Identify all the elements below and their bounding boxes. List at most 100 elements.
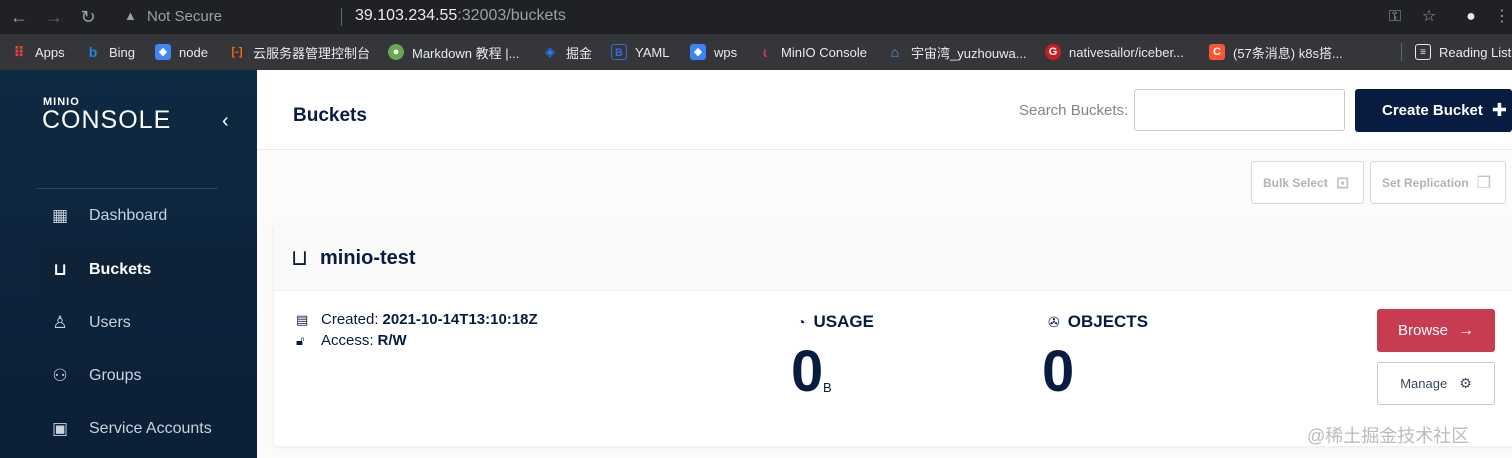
access-label: Access: bbox=[321, 332, 374, 349]
bookmark-label: MinIO Console bbox=[781, 44, 867, 60]
calendar-icon: ▤ bbox=[296, 311, 309, 327]
profile-icon[interactable]: ● bbox=[1459, 5, 1483, 29]
lock-icon: 🔓︎ bbox=[296, 332, 305, 348]
bookmark-wps[interactable]: ◆ wps bbox=[690, 43, 737, 61]
groups-icon: ⚇ bbox=[52, 366, 68, 385]
create-bucket-button[interactable]: Create Bucket ✚ bbox=[1355, 89, 1512, 132]
created-row: ▤ Created: 2021-10-14T13:10:18Z bbox=[296, 311, 538, 328]
reload-icon[interactable]: ↻ bbox=[76, 5, 100, 29]
bookmark-aliyun[interactable]: [-] 云服务器管理控制台 bbox=[229, 43, 371, 61]
bulk-select-label: Bulk Select bbox=[1263, 175, 1328, 190]
bookmark-markdown[interactable]: ● Markdown 教程 |... bbox=[388, 43, 519, 61]
objects-label: ✇ OBJECTS bbox=[1048, 312, 1148, 332]
bucket-card-header: ⊔ minio-test bbox=[274, 225, 1512, 291]
bucket-icon: ⊔ bbox=[53, 260, 67, 279]
bookmark-label: (57条消息) k8s搭... bbox=[1233, 45, 1343, 61]
bookmark-apps[interactable]: ⠿ Apps bbox=[11, 43, 65, 61]
bookmark-node[interactable]: ◆ node bbox=[155, 43, 208, 61]
sidebar-item-users[interactable]: ♙ Users bbox=[34, 297, 257, 349]
star-icon[interactable]: ☆ bbox=[1417, 5, 1441, 29]
bookmark-label: Apps bbox=[35, 44, 65, 60]
plus-icon: ✚ bbox=[1491, 100, 1507, 120]
access-value: R/W bbox=[377, 332, 407, 349]
bookmark-label: Bing bbox=[109, 44, 136, 60]
created-label: Created: bbox=[321, 311, 379, 328]
bookmark-label: 宇宙湾_yuzhouwa... bbox=[911, 45, 1027, 61]
bookmark-reading-list[interactable]: ≡ Reading List bbox=[1415, 43, 1511, 61]
reading-list-icon: ≡ bbox=[1415, 44, 1431, 60]
logo-console-text: CONSOLE bbox=[42, 106, 172, 134]
sidebar-item-label: Groups bbox=[89, 367, 142, 384]
sidebar: MINIO CONSOLE ‹ ▦ Dashboard ⊔ Buckets ♙ … bbox=[0, 70, 257, 458]
sidebar-item-label: Dashboard bbox=[89, 207, 168, 224]
aliyun-icon: [-] bbox=[231, 46, 243, 58]
warning-icon: ▲ bbox=[124, 8, 137, 23]
bookmark-label: Markdown 教程 |... bbox=[412, 45, 520, 61]
gear-icon: ⚙ bbox=[1459, 375, 1472, 391]
omnibox-divider bbox=[341, 8, 342, 26]
node-icon: ◆ bbox=[155, 44, 171, 60]
key-icon[interactable]: ⚿ bbox=[1383, 5, 1407, 29]
url-text[interactable]: 39.103.234.55:32003/buckets bbox=[355, 7, 566, 25]
bookmark-yuzhouwan[interactable]: ⌂ 宇宙湾_yuzhouwa... bbox=[887, 43, 1027, 61]
apps-grid-icon: ⠿ bbox=[13, 44, 25, 60]
sidebar-item-label: Buckets bbox=[89, 261, 152, 278]
bookmarks-bar: ⠿ Apps b Bing ◆ node [-] 云服务器管理控制台 ● Mar… bbox=[0, 34, 1512, 70]
set-replication-button[interactable]: Set Replication ❐ bbox=[1370, 161, 1506, 204]
bookmark-gitee[interactable]: G nativesailor/iceber... bbox=[1045, 43, 1184, 61]
bookmark-minio[interactable]: ɩ MinIO Console bbox=[757, 43, 867, 61]
main-content: Buckets Search Buckets: Create Bucket ✚ … bbox=[257, 70, 1512, 458]
sidebar-item-groups[interactable]: ⚇ Groups bbox=[34, 350, 257, 402]
browse-button[interactable]: Browse → bbox=[1377, 309, 1495, 352]
bulk-select-button[interactable]: Bulk Select ⊡ bbox=[1251, 161, 1364, 204]
bookmark-label: nativesailor/iceber... bbox=[1069, 44, 1184, 60]
bookmark-csdn[interactable]: C (57条消息) k8s搭... bbox=[1209, 43, 1343, 61]
omnibox[interactable]: ▲ Not Secure 39.103.234.55:32003/buckets bbox=[112, 2, 1452, 32]
bucket-card: ⊔ minio-test ▤ Created: 2021-10-14T13:10… bbox=[274, 225, 1512, 446]
sidebar-item-dashboard[interactable]: ▦ Dashboard bbox=[34, 190, 257, 242]
objects-value: 0 bbox=[1042, 339, 1075, 404]
back-arrow-icon[interactable]: ← bbox=[7, 5, 31, 29]
usage-value: 0 bbox=[791, 339, 824, 404]
create-bucket-label: Create Bucket bbox=[1382, 102, 1483, 119]
bookmark-label: wps bbox=[714, 44, 738, 60]
bookmark-bing[interactable]: b Bing bbox=[85, 43, 135, 61]
sidebar-item-label: Service Accounts bbox=[89, 420, 212, 437]
page-title: Buckets bbox=[293, 105, 367, 126]
not-secure-label: Not Secure bbox=[147, 8, 223, 25]
juejin-icon: ◈ bbox=[545, 44, 555, 59]
user-icon: ♙ bbox=[52, 313, 68, 332]
manage-button[interactable]: Manage ⚙ bbox=[1377, 362, 1495, 405]
csdn-icon: C bbox=[1209, 44, 1225, 60]
bookmark-label: node bbox=[179, 44, 208, 60]
forward-arrow-icon[interactable]: → bbox=[42, 5, 66, 29]
wps-icon: ◆ bbox=[690, 44, 706, 60]
menu-dots-icon[interactable]: ⋮ bbox=[1490, 5, 1512, 29]
usage-label-text: USAGE bbox=[813, 312, 874, 331]
sidebar-item-label: Users bbox=[89, 314, 131, 331]
select-icon: ⊡ bbox=[1335, 174, 1350, 192]
url-path: :32003/buckets bbox=[457, 7, 566, 24]
minio-icon: ɩ bbox=[763, 44, 767, 60]
search-buckets-input[interactable] bbox=[1134, 89, 1345, 131]
bing-icon: b bbox=[88, 44, 98, 60]
service-accounts-icon: ▣ bbox=[51, 419, 69, 438]
bookmark-label: 云服务器管理控制台 bbox=[253, 45, 371, 61]
bookmark-label: YAML bbox=[635, 44, 670, 60]
bookmark-juejin[interactable]: ◈ 掘金 bbox=[542, 43, 592, 61]
bookmark-label: 掘金 bbox=[566, 45, 593, 61]
bookmark-label: Reading List bbox=[1439, 44, 1512, 60]
arrow-right-icon: → bbox=[1458, 321, 1475, 339]
usage-unit: B bbox=[823, 380, 832, 395]
sidebar-item-service-accounts[interactable]: ▣ Service Accounts bbox=[34, 403, 257, 455]
collapse-sidebar-icon[interactable]: ‹ bbox=[222, 110, 229, 133]
bookmark-yaml[interactable]: B YAML bbox=[611, 43, 669, 61]
url-host: 39.103.234.55 bbox=[355, 7, 458, 24]
page-header: Buckets Search Buckets: Create Bucket ✚ bbox=[257, 70, 1512, 150]
usage-pie-icon: ◔ bbox=[797, 314, 806, 330]
sidebar-item-buckets[interactable]: ⊔ Buckets bbox=[34, 244, 257, 296]
bucket-name[interactable]: minio-test bbox=[320, 247, 416, 270]
usage-label: ◔ USAGE bbox=[797, 312, 874, 332]
home-icon: ⌂ bbox=[890, 44, 900, 60]
yaml-icon: B bbox=[611, 44, 627, 60]
